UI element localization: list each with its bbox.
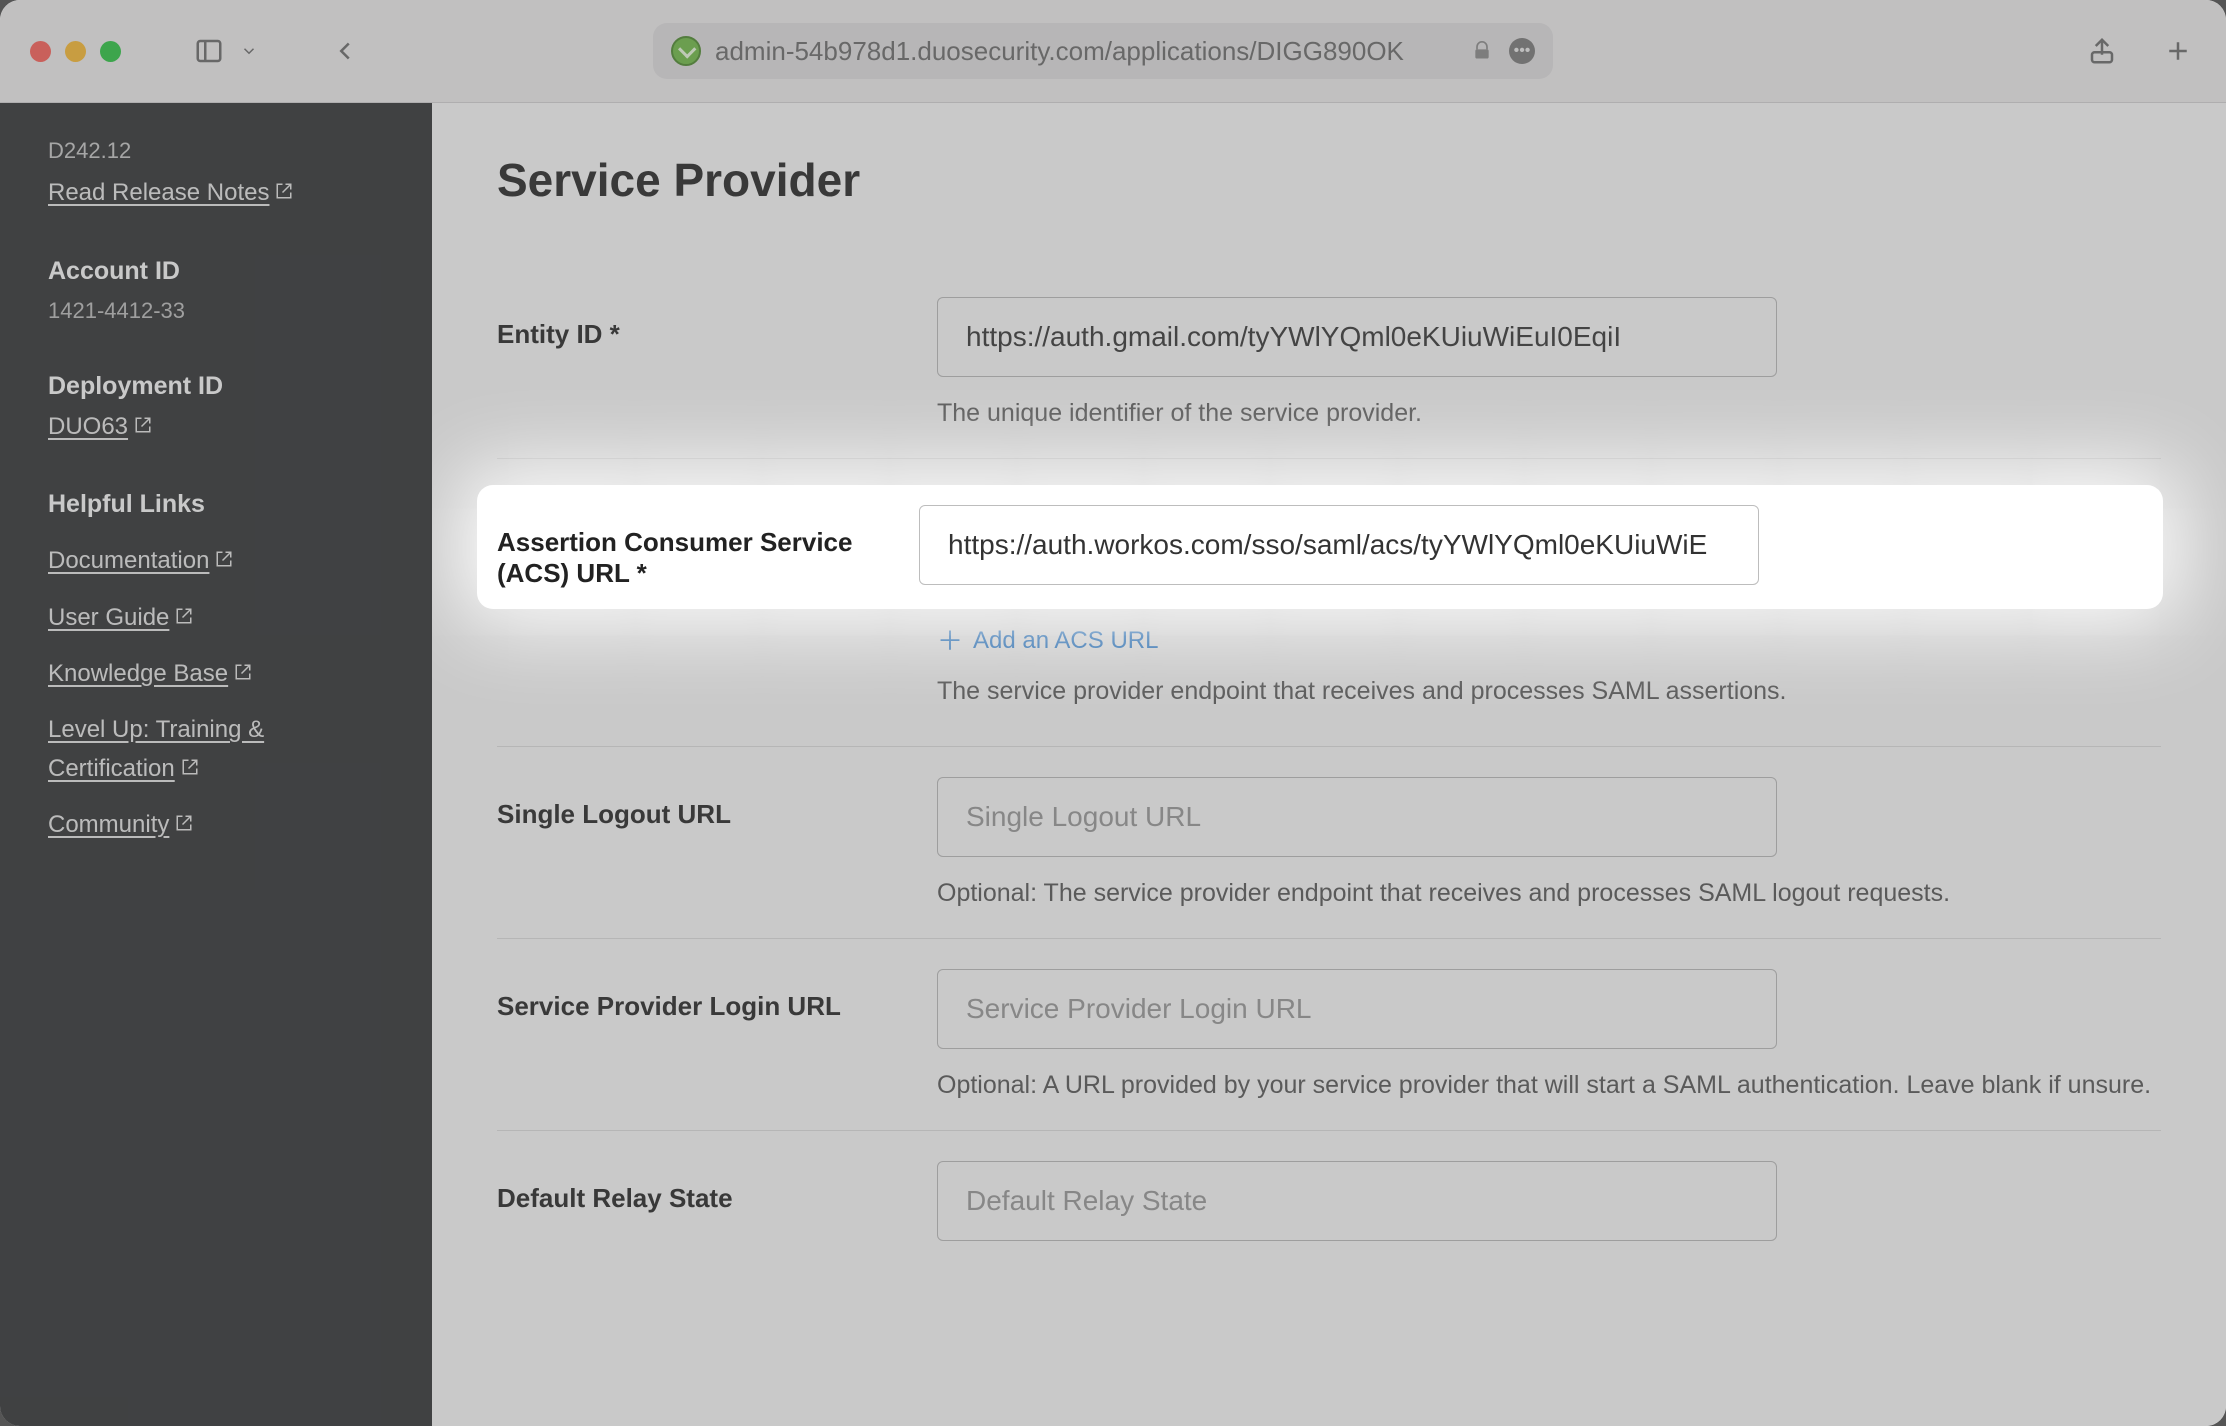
entity-id-row: Entity ID * The unique identifier of the… [497,267,2161,459]
admin-sidebar: D242.12 Read Release Notes Account ID 14… [0,103,432,1426]
deployment-id-label: Deployment ID [48,366,384,406]
acs-url-input[interactable] [919,505,1759,585]
slo-row: Single Logout URL Optional: The service … [497,747,2161,939]
sidebar-item-label: Knowledge Base [48,660,228,687]
documentation-link[interactable]: Documentation [48,547,233,574]
sidebar-item-label: User Guide [48,604,169,631]
deployment-id-value: DUO63 [48,413,128,440]
new-tab-icon[interactable] [2160,33,2196,69]
share-icon[interactable] [2084,33,2120,69]
community-link[interactable]: Community [48,811,193,838]
account-id-value: 1421-4412-33 [48,293,384,328]
lock-icon [1469,38,1495,64]
relay-label: Default Relay State [497,1161,907,1214]
acs-highlight: Assertion Consumer Service (ACS) URL * [479,487,2161,607]
external-link-icon [175,599,193,637]
relay-row: Default Relay State [497,1131,2161,1251]
slo-input[interactable] [937,777,1777,857]
external-link-icon [234,655,252,693]
external-link-icon [134,408,152,446]
content-area: D242.12 Read Release Notes Account ID 14… [0,103,2226,1426]
back-button[interactable] [327,33,363,69]
knowledge-base-link[interactable]: Knowledge Base [48,660,252,687]
site-identity-icon [671,36,701,66]
sidebar-toggle-icon[interactable] [191,33,227,69]
window-minimize-button[interactable] [65,41,86,62]
main-panel: Service Provider Entity ID * The unique … [432,103,2226,1426]
browser-toolbar: admin-54b978d1.duosecurity.com/applicati… [0,0,2226,103]
sp-login-label: Service Provider Login URL [497,969,907,1022]
external-link-icon [175,806,193,844]
external-link-icon [181,750,199,788]
account-id-label: Account ID [48,251,384,291]
slo-label: Single Logout URL [497,777,907,830]
relay-input[interactable] [937,1161,1777,1241]
entity-id-help: The unique identifier of the service pro… [937,399,2161,428]
external-link-icon [215,542,233,580]
add-acs-url-link[interactable]: ＋ Add an ACS URL [937,627,2161,655]
more-icon[interactable]: ••• [1509,38,1535,64]
sp-login-input[interactable] [937,969,1777,1049]
user-guide-link[interactable]: User Guide [48,604,193,631]
page-title: Service Provider [497,153,2161,207]
sidebar-item-label: Documentation [48,547,209,574]
release-notes-link[interactable]: Read Release Notes [48,179,293,206]
acs-help: The service provider endpoint that recei… [937,677,2161,706]
acs-label: Assertion Consumer Service (ACS) URL * [479,505,889,589]
browser-window: admin-54b978d1.duosecurity.com/applicati… [0,0,2226,1426]
chevron-down-icon[interactable] [231,33,267,69]
training-link[interactable]: Level Up: Training & Certification [48,716,264,781]
window-close-button[interactable] [30,41,51,62]
sidebar-item-label: Level Up: Training & Certification [48,716,264,781]
release-notes-label: Read Release Notes [48,179,269,206]
window-controls [30,41,121,62]
window-maximize-button[interactable] [100,41,121,62]
helpful-links-label: Helpful Links [48,484,384,524]
entity-id-input[interactable] [937,297,1777,377]
deployment-id-link[interactable]: DUO63 [48,413,152,440]
version-text: D242.12 [48,133,384,168]
url-text: admin-54b978d1.duosecurity.com/applicati… [715,36,1455,67]
plus-icon: ＋ [937,628,963,654]
sp-login-row: Service Provider Login URL Optional: A U… [497,939,2161,1131]
entity-id-label: Entity ID * [497,297,907,350]
add-acs-url-label: Add an ACS URL [973,627,1158,655]
external-link-icon [275,174,293,212]
slo-help: Optional: The service provider endpoint … [937,879,2161,908]
sp-login-help: Optional: A URL provided by your service… [937,1071,2161,1100]
sidebar-item-label: Community [48,811,169,838]
url-bar[interactable]: admin-54b978d1.duosecurity.com/applicati… [653,23,1553,79]
